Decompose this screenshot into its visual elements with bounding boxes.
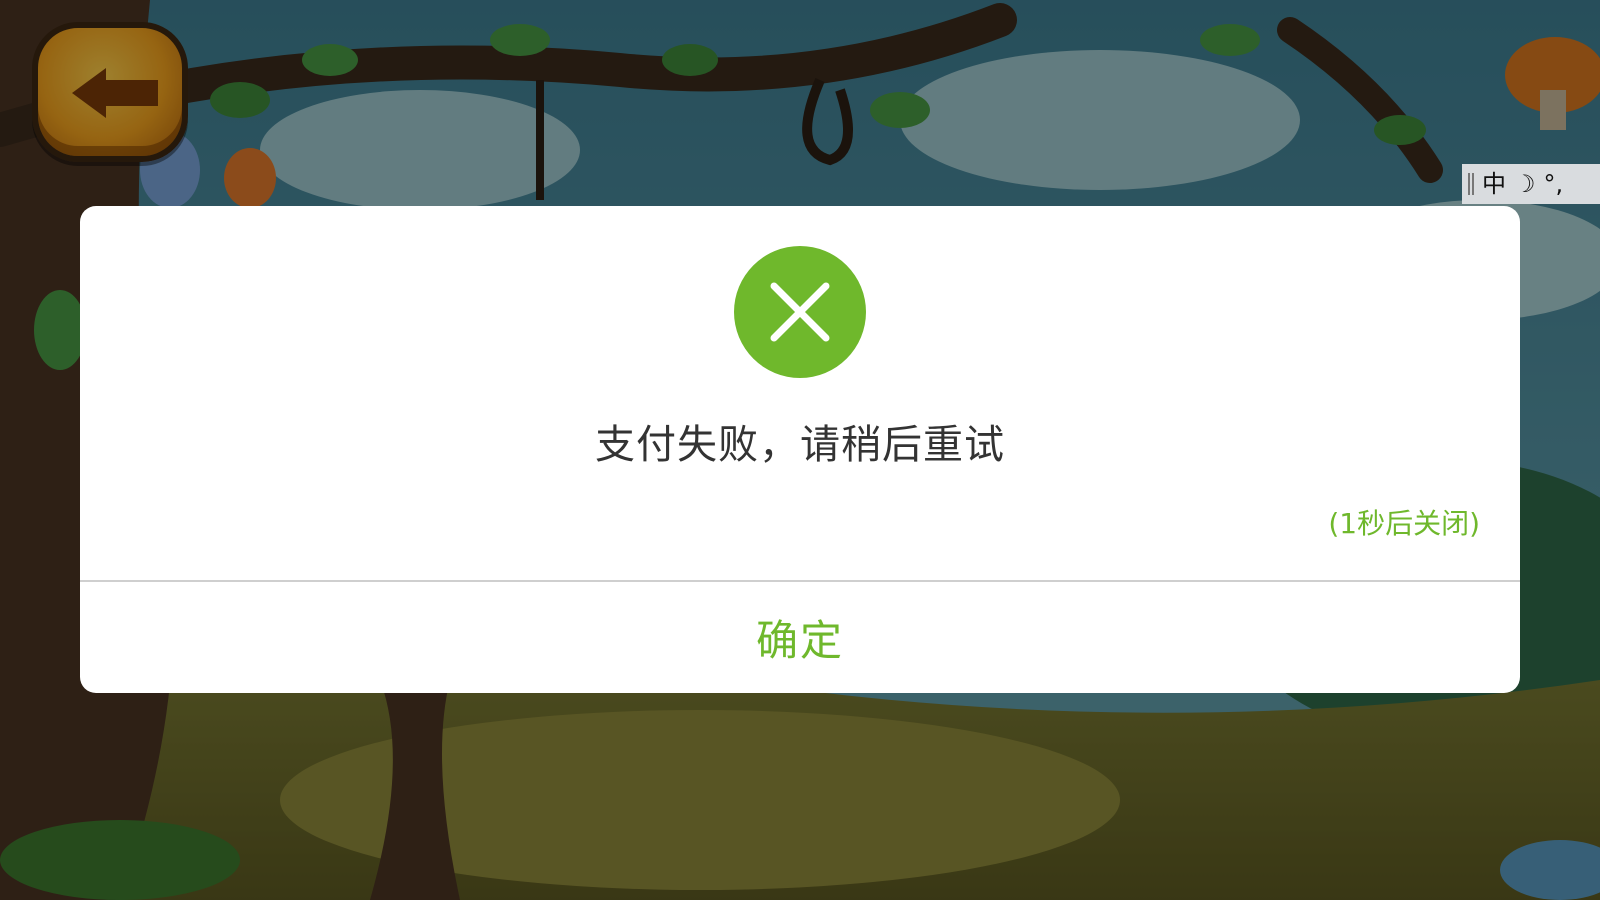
ime-moon-icon[interactable]: ☽ <box>1514 164 1536 204</box>
dialog-message: 支付失败，请稍后重试 <box>595 422 1005 468</box>
back-button[interactable] <box>32 22 188 162</box>
ime-language-toggle[interactable]: 中 <box>1482 164 1506 204</box>
close-icon <box>770 282 830 342</box>
game-screen: 中 ☽ °, 支付失败，请稍后重试 (1秒后关闭) 确定 <box>0 0 1600 900</box>
failure-status-badge <box>734 246 866 378</box>
payment-result-dialog: 支付失败，请稍后重试 (1秒后关闭) 确定 <box>80 206 1520 693</box>
arrow-left-icon <box>72 68 158 118</box>
ime-drag-handle[interactable] <box>1468 173 1474 195</box>
confirm-button[interactable]: 确定 <box>80 582 1520 693</box>
auto-close-countdown: (1秒后关闭) <box>1328 507 1480 540</box>
ime-toolbar: 中 ☽ °, <box>1462 164 1600 204</box>
ime-punctuation-toggle[interactable]: °, <box>1544 164 1564 204</box>
